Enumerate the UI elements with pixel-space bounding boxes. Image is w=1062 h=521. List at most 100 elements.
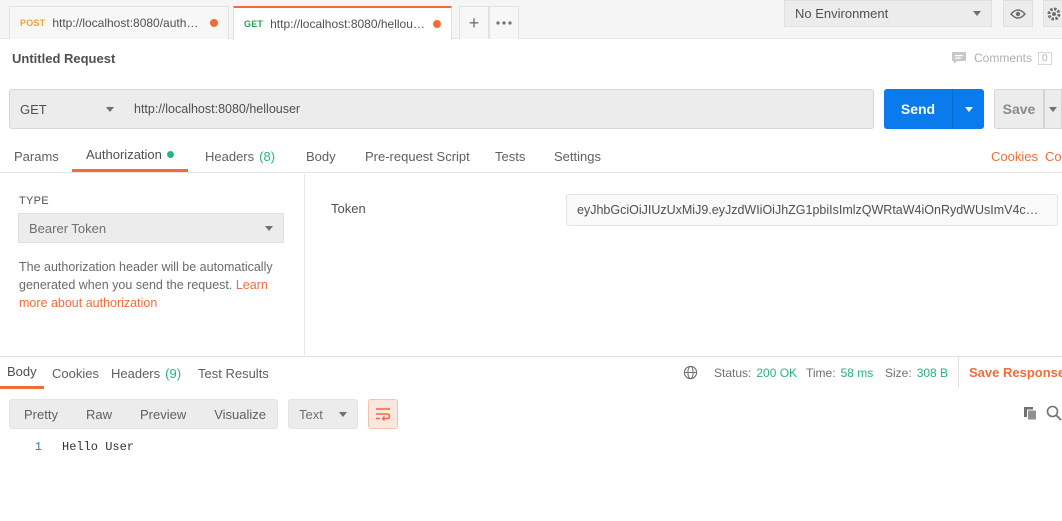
status-label: Status: [714, 366, 752, 380]
code-link[interactable]: Coc [1045, 140, 1062, 172]
tab-label: Settings [554, 148, 601, 164]
tab-pre-request-script[interactable]: Pre-request Script [351, 140, 484, 172]
tab-label: Authorization [86, 147, 162, 162]
more-horizontal-icon [496, 21, 512, 25]
response-tabs: Body Cookies Headers (9) Test Results St… [0, 356, 1062, 389]
line-number: 1 [34, 440, 42, 454]
wrap-lines-icon [376, 408, 391, 421]
unsaved-dot-icon [433, 20, 441, 28]
tab-label: Cookies [52, 365, 99, 381]
size-value: 308 B [916, 366, 949, 380]
search-icon [1046, 405, 1062, 421]
cookies-link[interactable]: Cookies [991, 140, 1038, 172]
tab-label: Body [306, 148, 336, 164]
plus-icon: + [468, 12, 480, 33]
active-indicator-dot-icon [166, 151, 174, 158]
new-tab-button[interactable]: + [459, 6, 489, 39]
send-options-button[interactable] [952, 89, 984, 129]
tab-label: Headers [205, 148, 255, 164]
eye-icon [1010, 8, 1026, 19]
auth-type-panel: TYPE Bearer Token The authorization head… [0, 174, 305, 355]
manage-environments-button[interactable] [1043, 0, 1062, 27]
tab-headers[interactable]: Headers (8) [191, 140, 289, 172]
status-value: 200 OK [756, 366, 798, 380]
response-tab-cookies[interactable]: Cookies [45, 357, 106, 389]
save-response-button[interactable]: Save Response [958, 356, 1062, 388]
response-body-editor[interactable]: 1 Hello User [0, 438, 1062, 521]
request-config-tabs: Params Authorization Headers (8) Body Pr… [0, 140, 1062, 173]
view-mode-preview[interactable]: Preview [126, 400, 200, 428]
auth-help-text: The authorization header will be automat… [19, 258, 289, 312]
chevron-down-icon [1049, 106, 1057, 112]
token-input[interactable] [566, 194, 1058, 226]
auth-help-description: The authorization header will be automat… [19, 260, 273, 292]
chevron-down-icon [106, 106, 114, 112]
wrap-lines-button[interactable] [368, 399, 398, 429]
tab-params[interactable]: Params [0, 140, 73, 172]
comments-button[interactable]: Comments 0 [951, 51, 1052, 65]
tab-label: Body [7, 364, 37, 379]
environment-value: No Environment [795, 6, 889, 21]
send-button[interactable]: Send [884, 89, 952, 129]
tab-label: Tests [495, 148, 526, 164]
response-view-modes: Pretty Raw Preview Visualize [9, 399, 278, 429]
chevron-down-icon [964, 106, 973, 112]
gear-icon [1047, 7, 1061, 20]
tab-url: http://localhost:8080/hellouser [270, 17, 425, 31]
chevron-down-icon [265, 225, 273, 231]
comments-label: Comments [974, 51, 1033, 65]
save-options-button[interactable] [1044, 89, 1062, 129]
response-format-value: Text [299, 406, 323, 422]
response-tab-body[interactable]: Body [0, 357, 44, 389]
comments-count: 0 [1038, 51, 1052, 65]
tab-tests[interactable]: Tests [481, 140, 539, 172]
tab-authorization[interactable]: Authorization [72, 140, 188, 172]
save-button[interactable]: Save [994, 89, 1044, 129]
auth-type-label: TYPE [19, 195, 49, 207]
tab-body[interactable]: Body [292, 140, 350, 172]
token-label: Token [331, 201, 366, 216]
view-mode-pretty[interactable]: Pretty [10, 400, 72, 428]
environment-quick-look-button[interactable] [1003, 0, 1033, 27]
response-size: Size: 308 B [885, 357, 948, 389]
chevron-down-icon [339, 411, 347, 417]
request-tab-get[interactable]: GET http://localhost:8080/hellouser [233, 6, 452, 40]
response-time: Time: 58 ms [806, 357, 873, 389]
http-method-value: GET [20, 101, 47, 117]
request-title[interactable]: Untitled Request [12, 51, 115, 66]
request-tab-post[interactable]: POST http://localhost:8080/authenti... [9, 6, 229, 39]
response-tab-headers[interactable]: Headers (9) [104, 357, 188, 389]
tab-settings[interactable]: Settings [540, 140, 615, 172]
tab-options-button[interactable] [489, 6, 519, 39]
line-text: Hello User [62, 440, 135, 454]
tab-label: Test Results [198, 365, 269, 381]
size-label: Size: [885, 366, 912, 380]
environment-select[interactable]: No Environment [784, 0, 992, 27]
code-line: 1 Hello User [0, 440, 134, 454]
tab-label: Params [14, 148, 59, 164]
search-response-button[interactable] [1045, 404, 1062, 422]
auth-type-value: Bearer Token [29, 220, 107, 236]
comment-icon [952, 52, 966, 64]
tab-method-post: POST [20, 18, 46, 28]
unsaved-dot-icon [210, 19, 218, 27]
tab-label: Pre-request Script [365, 148, 470, 164]
http-method-select[interactable]: GET [9, 89, 125, 129]
tab-url: http://localhost:8080/authenti... [52, 16, 202, 30]
response-tab-test-results[interactable]: Test Results [191, 357, 276, 389]
copy-response-button[interactable] [1021, 404, 1039, 422]
view-mode-visualize[interactable]: Visualize [200, 400, 280, 428]
time-value: 58 ms [840, 366, 874, 380]
auth-type-select[interactable]: Bearer Token [18, 213, 284, 243]
time-label: Time: [806, 366, 836, 380]
headers-count: (8) [259, 148, 276, 164]
request-url-input[interactable] [124, 89, 874, 129]
view-mode-raw[interactable]: Raw [72, 400, 126, 428]
request-tab-strip: POST http://localhost:8080/authenti... G… [0, 0, 1062, 40]
response-status: Status: 200 OK [714, 357, 797, 389]
response-headers-count: (9) [165, 365, 182, 381]
response-format-select[interactable]: Text [288, 399, 358, 429]
tab-method-get: GET [244, 19, 264, 29]
chevron-down-icon [973, 11, 981, 16]
globe-icon[interactable] [683, 365, 698, 380]
